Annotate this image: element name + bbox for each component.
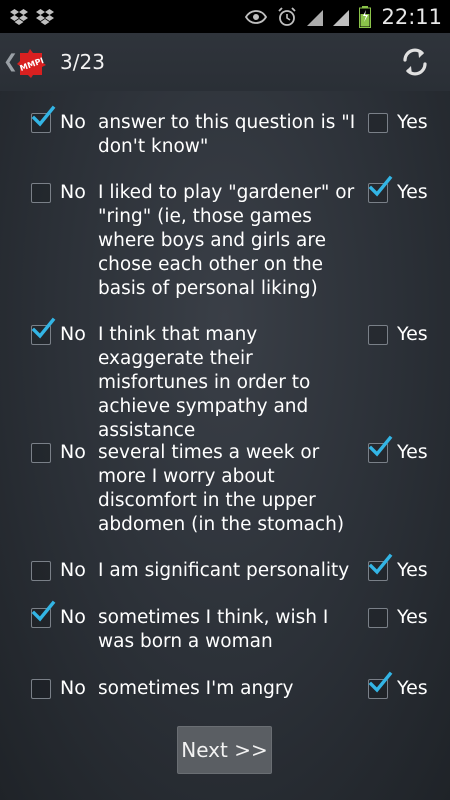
yes-label: Yes <box>397 181 428 203</box>
no-checkbox[interactable] <box>31 183 51 203</box>
question-progress: 3/23 <box>60 50 105 74</box>
yes-label: Yes <box>397 323 428 345</box>
yes-checkbox[interactable] <box>368 113 388 133</box>
no-label: No <box>60 111 86 133</box>
no-label: No <box>60 677 86 699</box>
action-bar: ❮ MMPI 3/23 <box>0 33 450 91</box>
eye-icon <box>245 9 268 24</box>
yes-label: Yes <box>397 111 428 133</box>
no-checkbox[interactable] <box>31 317 56 345</box>
no-checkbox[interactable] <box>31 105 56 133</box>
no-label: No <box>60 441 86 463</box>
no-label: No <box>60 606 86 628</box>
status-bar: 22:11 <box>0 0 450 33</box>
yes-label: Yes <box>397 606 428 628</box>
yes-checkbox[interactable] <box>368 175 393 203</box>
yes-checkbox[interactable] <box>368 608 388 628</box>
no-checkbox[interactable] <box>31 561 51 581</box>
refresh-icon[interactable] <box>398 45 432 79</box>
no-label: No <box>60 323 86 345</box>
yes-label: Yes <box>397 677 428 699</box>
app-logo-icon[interactable]: MMPI <box>14 45 50 81</box>
yes-checkbox[interactable] <box>368 325 388 345</box>
battery-charging-icon <box>359 5 372 28</box>
no-checkbox[interactable] <box>31 679 51 699</box>
yes-checkbox[interactable] <box>368 435 393 463</box>
dropbox-icon <box>36 8 54 25</box>
dropbox-icon <box>10 8 28 25</box>
no-checkbox[interactable] <box>31 600 56 628</box>
question-text: I think that many exaggerate their misfo… <box>98 324 311 441</box>
question-text: I am significant personality <box>98 560 350 581</box>
status-time: 22:11 <box>381 4 442 29</box>
question-text: answer to this question is "I don't know… <box>98 112 356 157</box>
question-text: I liked to play "gardener" or "ring" (ie… <box>98 182 355 299</box>
no-label: No <box>60 181 86 203</box>
question-text: several times a week or more I worry abo… <box>98 442 345 535</box>
next-button[interactable]: Next >> <box>177 726 272 774</box>
question-text: sometimes I think, wish I was born a wom… <box>98 607 329 652</box>
yes-label: Yes <box>397 559 428 581</box>
yes-label: Yes <box>397 441 428 463</box>
yes-checkbox[interactable] <box>368 553 393 581</box>
no-checkbox[interactable] <box>31 443 51 463</box>
yes-checkbox[interactable] <box>368 671 393 699</box>
wifi-icon <box>307 8 324 26</box>
signal-icon <box>333 8 350 26</box>
alarm-icon <box>277 6 297 27</box>
no-label: No <box>60 559 86 581</box>
question-text: sometimes I'm angry <box>98 678 294 699</box>
